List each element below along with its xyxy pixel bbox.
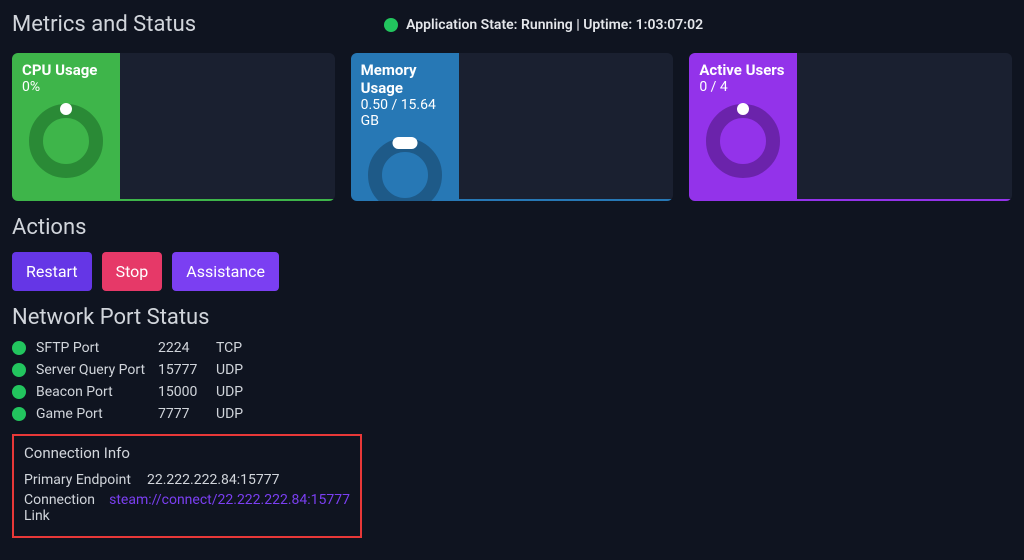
cpu-card-chart-area <box>120 53 335 201</box>
port-number: 2224 <box>158 340 210 356</box>
connection-row: Connection Link steam://connect/22.222.2… <box>24 492 350 524</box>
primary-endpoint-label: Primary Endpoint <box>24 472 139 488</box>
connection-info-title: Connection Info <box>24 444 350 462</box>
assistance-button[interactable]: Assistance <box>172 252 279 291</box>
port-protocol: UDP <box>216 362 266 378</box>
port-protocol: UDP <box>216 384 266 400</box>
gauge-knob-icon <box>392 137 417 149</box>
gauge-knob-icon <box>737 103 749 115</box>
primary-endpoint-value: 22.222.222.84:15777 <box>147 472 280 488</box>
status-dot-icon <box>12 363 26 377</box>
uptime-value: 1:03:07:02 <box>636 17 703 33</box>
app-state-value: Running <box>521 17 573 33</box>
memory-card-chart-area <box>459 53 674 201</box>
port-name: SFTP Port <box>36 340 152 356</box>
cpu-usage-card: CPU Usage 0% <box>12 53 335 201</box>
connection-link-label: Connection Link <box>24 492 101 524</box>
active-users-card: Active Users 0 / 4 <box>689 53 1012 201</box>
port-protocol: UDP <box>216 406 266 422</box>
network-section-title: Network Port Status <box>12 305 1012 330</box>
app-state-text: Application State: Running | Uptime: 1:0… <box>406 17 703 33</box>
memory-card-title: Memory Usage <box>361 61 449 97</box>
memory-usage-card: Memory Usage 0.50 / 15.64 GB <box>351 53 674 201</box>
connection-row: Primary Endpoint 22.222.222.84:15777 <box>24 472 350 488</box>
users-card-chart-area <box>797 53 1012 201</box>
port-name: Beacon Port <box>36 384 152 400</box>
port-table: SFTP Port 2224 TCP Server Query Port 157… <box>12 340 1012 422</box>
status-dot-icon <box>12 385 26 399</box>
app-state: Application State: Running | Uptime: 1:0… <box>384 17 703 33</box>
port-name: Server Query Port <box>36 362 152 378</box>
status-dot-icon <box>12 341 26 355</box>
metrics-title: Metrics and Status <box>12 12 196 37</box>
connection-info-box: Connection Info Primary Endpoint 22.222.… <box>12 434 362 538</box>
users-card-value: 0 / 4 <box>699 79 787 95</box>
restart-button[interactable]: Restart <box>12 252 92 291</box>
actions-section-title: Actions <box>12 215 1012 240</box>
port-protocol: TCP <box>216 340 266 356</box>
cpu-card-value: 0% <box>22 79 110 95</box>
port-number: 15777 <box>158 362 210 378</box>
memory-card-value: 0.50 / 15.64 GB <box>361 97 449 129</box>
users-card-title: Active Users <box>699 61 787 79</box>
connection-link[interactable]: steam://connect/22.222.222.84:15777 <box>109 492 350 524</box>
cpu-card-title: CPU Usage <box>22 61 110 79</box>
app-state-prefix: Application State: <box>406 17 521 33</box>
memory-gauge <box>361 135 449 201</box>
stop-button[interactable]: Stop <box>102 252 163 291</box>
users-gauge <box>699 101 787 181</box>
status-dot-running-icon <box>384 18 398 32</box>
port-name: Game Port <box>36 406 152 422</box>
uptime-prefix: | Uptime: <box>573 17 636 33</box>
status-dot-icon <box>12 407 26 421</box>
port-number: 7777 <box>158 406 210 422</box>
cpu-gauge <box>22 101 110 181</box>
port-number: 15000 <box>158 384 210 400</box>
gauge-knob-icon <box>60 103 72 115</box>
